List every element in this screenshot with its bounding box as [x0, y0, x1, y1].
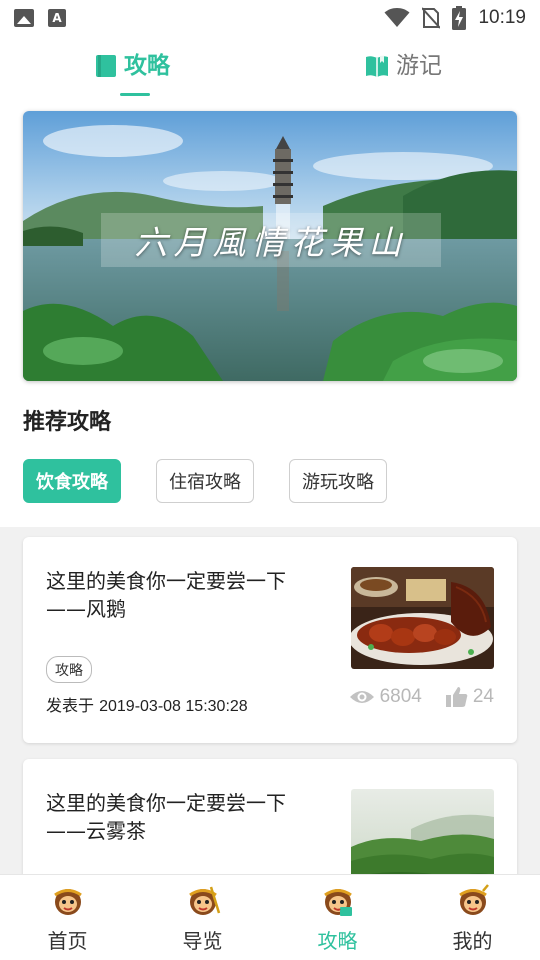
like-count[interactable]: 24 [445, 686, 494, 708]
clock: 10:19 [478, 7, 526, 28]
top-tabs: 攻略 游记 [0, 42, 540, 98]
nav-strategy-label: 攻略 [317, 929, 358, 953]
tab-travelogue-label: 游记 [396, 53, 442, 79]
article-card[interactable]: 这里的美食你一定要尝一下——云雾茶 [23, 759, 517, 877]
monkey-king-icon [323, 889, 352, 916]
book-icon [96, 55, 116, 77]
article-title: 这里的美食你一定要尝一下——云雾茶 [46, 791, 286, 843]
no-sim-icon [422, 7, 441, 29]
view-count-value: 6804 [379, 686, 422, 707]
category-filter: 饮食攻略 住宿攻略 游玩攻略 [23, 459, 387, 503]
nav-profile-label: 我的 [452, 929, 493, 953]
wifi-icon [384, 8, 410, 27]
status-bar: A 10:19 [0, 0, 540, 36]
nav-strategy[interactable]: 攻略 [270, 875, 405, 960]
active-tab-indicator [120, 93, 150, 96]
tab-guide[interactable]: 攻略 [96, 42, 170, 98]
section-title: 推荐攻略 [23, 410, 112, 435]
tab-travelogue[interactable]: 游记 [366, 42, 442, 98]
image-icon [14, 9, 34, 27]
roast-goose-image [351, 567, 494, 669]
bottom-navigation: 首页 导览 攻略 我的 [0, 874, 540, 960]
banner-title: 六月風情花果山 [101, 213, 441, 267]
article-stats: 6804 24 [349, 686, 494, 708]
nav-home-label: 首页 [47, 929, 88, 953]
article-date: 发表于 2019-03-08 15:30:28 [46, 692, 248, 716]
article-tag: 攻略 [46, 656, 92, 683]
date-value: 2019-03-08 15:30:28 [99, 698, 248, 715]
like-count-value: 24 [472, 686, 494, 707]
nav-home[interactable]: 首页 [0, 875, 135, 960]
open-book-icon [366, 55, 388, 77]
tea-field-image [351, 789, 494, 877]
battery-charging-icon [452, 6, 467, 30]
thumbs-up-icon [445, 687, 468, 707]
date-prefix: 发表于 [46, 698, 95, 715]
nav-guide-map[interactable]: 导览 [135, 875, 270, 960]
monkey-king-icon [458, 884, 489, 915]
font-a-icon: A [48, 9, 66, 27]
article-card[interactable]: 这里的美食你一定要尝一下——风鹅 攻略 发表于 2019-03-08 15:30… [23, 537, 517, 743]
view-count: 6804 [349, 686, 422, 708]
article-thumbnail [351, 789, 494, 877]
eye-icon [349, 691, 374, 703]
nav-profile[interactable]: 我的 [405, 875, 540, 960]
article-thumbnail [351, 567, 494, 669]
monkey-king-icon [188, 886, 220, 915]
article-title: 这里的美食你一定要尝一下——风鹅 [46, 569, 286, 621]
tab-guide-label: 攻略 [124, 53, 170, 79]
category-lodging[interactable]: 住宿攻略 [156, 459, 254, 503]
article-list[interactable]: 这里的美食你一定要尝一下——风鹅 攻略 发表于 2019-03-08 15:30… [0, 527, 540, 877]
nav-guide-map-label: 导览 [182, 929, 223, 953]
banner-carousel[interactable]: 六月風情花果山 [23, 111, 517, 381]
category-sightseeing[interactable]: 游玩攻略 [289, 459, 387, 503]
monkey-king-icon [53, 889, 82, 915]
category-food[interactable]: 饮食攻略 [23, 459, 121, 503]
